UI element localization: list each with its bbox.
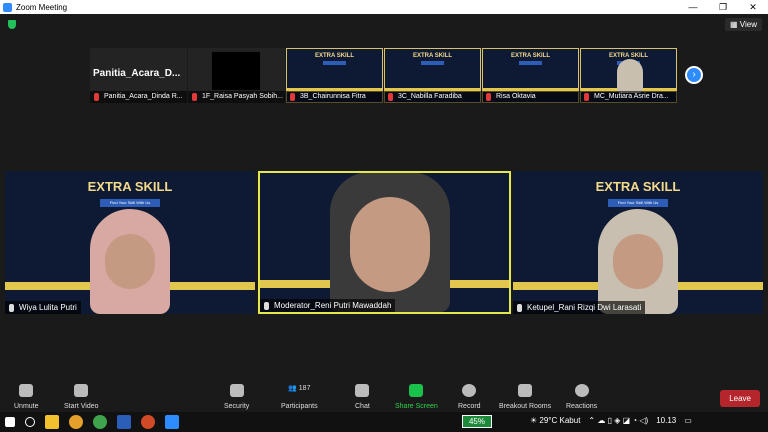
minimize-button[interactable]: — [678, 2, 708, 13]
muted-mic-icon [19, 384, 34, 397]
tile-label: Risa Oktavia [482, 91, 579, 103]
mic-icon [9, 304, 14, 312]
start-video-button[interactable]: Start Video [64, 384, 99, 410]
record-button[interactable]: Record [458, 384, 481, 410]
notifications-icon[interactable]: ▭ [684, 416, 692, 425]
poster-subtitle: Find Your Skill With Us [100, 199, 160, 207]
weather-widget[interactable]: ☀ 29°C Kabut [530, 416, 580, 425]
file-explorer-icon[interactable] [45, 415, 59, 429]
system-tray: ☀ 29°C Kabut ⌃ ☁ ▯ ◈ ◪ ◔ ◁) 10.13 ▭ [530, 416, 692, 425]
security-button[interactable]: Security [224, 384, 249, 410]
maximize-button[interactable]: ❐ [708, 2, 738, 13]
poster-title: EXTRA SKILL [87, 179, 173, 194]
reactions-icon [574, 384, 589, 397]
poster-title: EXTRA SKILL [412, 53, 453, 59]
poster-subtitle: Find Your Skill With Us [608, 199, 668, 207]
tile-label: 3B_Chairunnisa Fitra [286, 91, 383, 103]
participants-button[interactable]: 👥 187 Participants [281, 384, 318, 410]
poster-title: EXTRA SKILL [314, 53, 355, 59]
clock[interactable]: 10.13 [656, 416, 676, 425]
video-tile[interactable]: EXTRA SKILL Find Your Skill With Us Ketup… [513, 171, 763, 314]
participant-name-label: Moderator_Reni Putri Mawaddah [260, 299, 396, 312]
participant-name: Ketupel_Rani Rizqi Dwi Larasati [527, 303, 642, 312]
thumbnail-tile[interactable]: EXTRA SKILL 3C_Nabilla Faradiba [384, 48, 481, 103]
view-button[interactable]: ▦ View [725, 18, 762, 31]
muted-mic-icon [94, 93, 99, 101]
video-off-frame [212, 52, 260, 90]
zoom-taskbar-icon[interactable] [165, 415, 179, 429]
breakout-rooms-icon [518, 384, 533, 397]
window-title: Zoom Meeting [16, 2, 68, 12]
video-tile-active-speaker[interactable]: Moderator_Reni Putri Mawaddah [258, 171, 511, 314]
word-icon[interactable] [117, 415, 131, 429]
shield-icon [229, 384, 244, 397]
participant-video [320, 173, 460, 312]
zoom-logo-icon [3, 2, 12, 12]
participants-count: 187 [298, 385, 311, 392]
chat-button[interactable]: Chat [355, 384, 370, 410]
reactions-button[interactable]: Reactions [566, 384, 597, 410]
thumbnail-tile[interactable]: EXTRA SKILL MC_Mutiara Asrie Dra... [580, 48, 677, 103]
participant-name-label: Ketupel_Rani Rizqi Dwi Larasati [513, 301, 646, 314]
powerpoint-icon[interactable] [141, 415, 155, 429]
participant-video [583, 209, 693, 314]
tile-label: MC_Mutiara Asrie Dra... [580, 91, 677, 103]
muted-mic-icon [290, 93, 295, 101]
thumbnail-strip: Panitia_Acara_D... Panitia_Acara_Dinda R.… [90, 48, 677, 103]
thumbnail-tile[interactable]: EXTRA SKILL Risa Oktavia [482, 48, 579, 103]
share-screen-icon [409, 384, 424, 397]
video-tile[interactable]: EXTRA SKILL Find Your Skill With Us Wiya … [5, 171, 255, 314]
search-icon[interactable] [25, 417, 35, 427]
next-page-button[interactable]: › [685, 66, 703, 84]
encryption-shield-icon[interactable] [8, 20, 16, 29]
chrome-profile-icon[interactable] [93, 415, 107, 429]
muted-mic-icon [584, 93, 589, 101]
mic-icon [517, 304, 522, 312]
title-bar: Zoom Meeting — ❐ ✕ [0, 0, 768, 14]
muted-mic-icon [192, 93, 197, 101]
participant-name-label: Wiya Lulita Putri [5, 301, 81, 314]
tile-display-name: Panitia_Acara_D... [93, 68, 181, 79]
leave-button[interactable]: Leave [720, 390, 760, 407]
poster-title: EXTRA SKILL [510, 53, 551, 59]
chrome-icon[interactable] [69, 415, 83, 429]
record-icon [462, 384, 477, 397]
share-screen-button[interactable]: Share Screen [395, 384, 438, 410]
video-off-icon [74, 384, 89, 397]
mic-icon [264, 302, 269, 310]
muted-mic-icon [388, 93, 393, 101]
chat-icon [355, 384, 370, 397]
breakout-rooms-button[interactable]: Breakout Rooms [499, 384, 551, 410]
close-button[interactable]: ✕ [738, 2, 768, 13]
tile-label: Panitia_Acara_Dinda R... [90, 91, 187, 103]
tray-icons[interactable]: ⌃ ☁ ▯ ◈ ◪ ◔ ◁) [588, 416, 648, 425]
meeting-toolbar: Unmute Start Video Security 👥 187 Partici… [0, 380, 768, 415]
thumbnail-tile[interactable]: 1F_Raisa Pasyah Sobih... [188, 48, 285, 103]
view-label: View [739, 20, 757, 29]
muted-mic-icon [486, 93, 491, 101]
windows-start-icon[interactable] [5, 417, 15, 427]
participant-name: Wiya Lulita Putri [19, 303, 77, 312]
thumbnail-tile[interactable]: Panitia_Acara_D... Panitia_Acara_Dinda R.… [90, 48, 187, 103]
tile-label: 3C_Nabilla Faradiba [384, 91, 481, 103]
tile-label: 1F_Raisa Pasyah Sobih... [188, 91, 285, 103]
unmute-button[interactable]: Unmute [14, 384, 39, 410]
battery-indicator[interactable]: 45% [462, 415, 492, 428]
thumbnail-tile[interactable]: EXTRA SKILL 3B_Chairunnisa Fitra [286, 48, 383, 103]
participant-video [75, 209, 185, 314]
participants-icon: 👥 187 [288, 385, 311, 392]
poster-title: EXTRA SKILL [595, 179, 681, 194]
participant-name: Moderator_Reni Putri Mawaddah [274, 301, 392, 310]
